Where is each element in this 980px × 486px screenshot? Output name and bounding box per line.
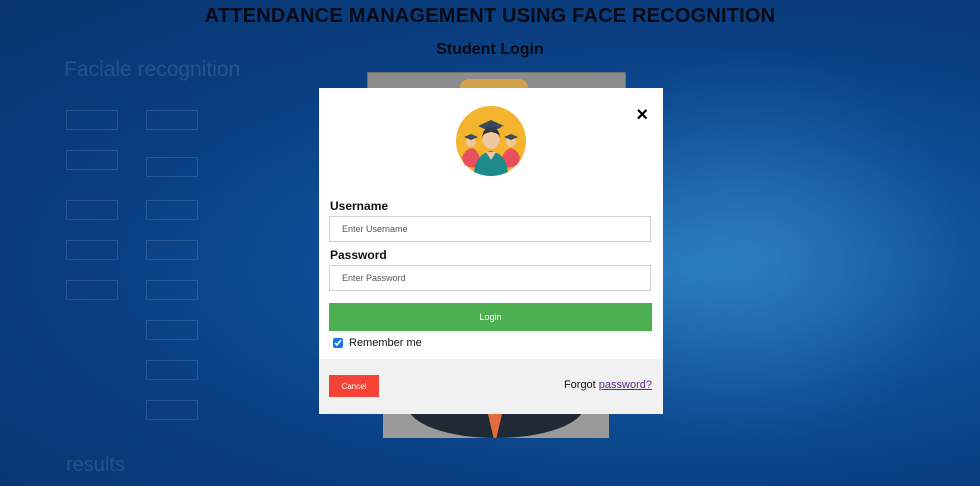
cancel-button[interactable]: Cancel xyxy=(329,375,379,397)
background-flow-box xyxy=(146,110,198,130)
background-flow-box xyxy=(146,280,198,300)
remember-me-checkbox[interactable] xyxy=(333,338,343,348)
graduate-students-icon xyxy=(456,106,526,176)
background-flow-box xyxy=(66,280,118,300)
username-input[interactable] xyxy=(329,216,651,242)
remember-me-label: Remember me xyxy=(349,337,422,349)
background-flow-box xyxy=(146,320,198,340)
background-flow-box xyxy=(146,240,198,260)
modal-footer: Cancel Forgot password? xyxy=(319,359,663,414)
background-flow-box xyxy=(146,400,198,420)
background-results-text: results xyxy=(66,454,125,476)
login-modal: × Username Password Login Remember me Ca… xyxy=(319,88,663,414)
username-label: Username xyxy=(330,199,389,213)
remember-me-row: Remember me xyxy=(331,337,422,349)
forgot-password-text: Forgot password? xyxy=(564,379,652,391)
page-title: ATTENDANCE MANAGEMENT USING FACE RECOGNI… xyxy=(204,5,776,27)
page-subtitle: Student Login xyxy=(436,41,544,58)
background-flow-box xyxy=(146,360,198,380)
background-flow-box xyxy=(146,200,198,220)
background-flow-box xyxy=(66,110,118,130)
background-heading: Faciale recognition xyxy=(64,58,241,81)
password-label: Password xyxy=(330,248,387,262)
login-button[interactable]: Login xyxy=(329,303,652,331)
background-flow-box xyxy=(66,150,118,170)
background-card-image xyxy=(460,79,528,88)
background-flow-box xyxy=(66,240,118,260)
background-card-image-bottom xyxy=(383,414,609,438)
background-flow-box xyxy=(66,200,118,220)
close-icon[interactable]: × xyxy=(636,105,648,125)
forgot-password-link[interactable]: password? xyxy=(599,379,652,391)
forgot-prefix: Forgot xyxy=(563,379,596,391)
password-input[interactable] xyxy=(329,265,651,291)
background-flow-box xyxy=(146,157,198,177)
